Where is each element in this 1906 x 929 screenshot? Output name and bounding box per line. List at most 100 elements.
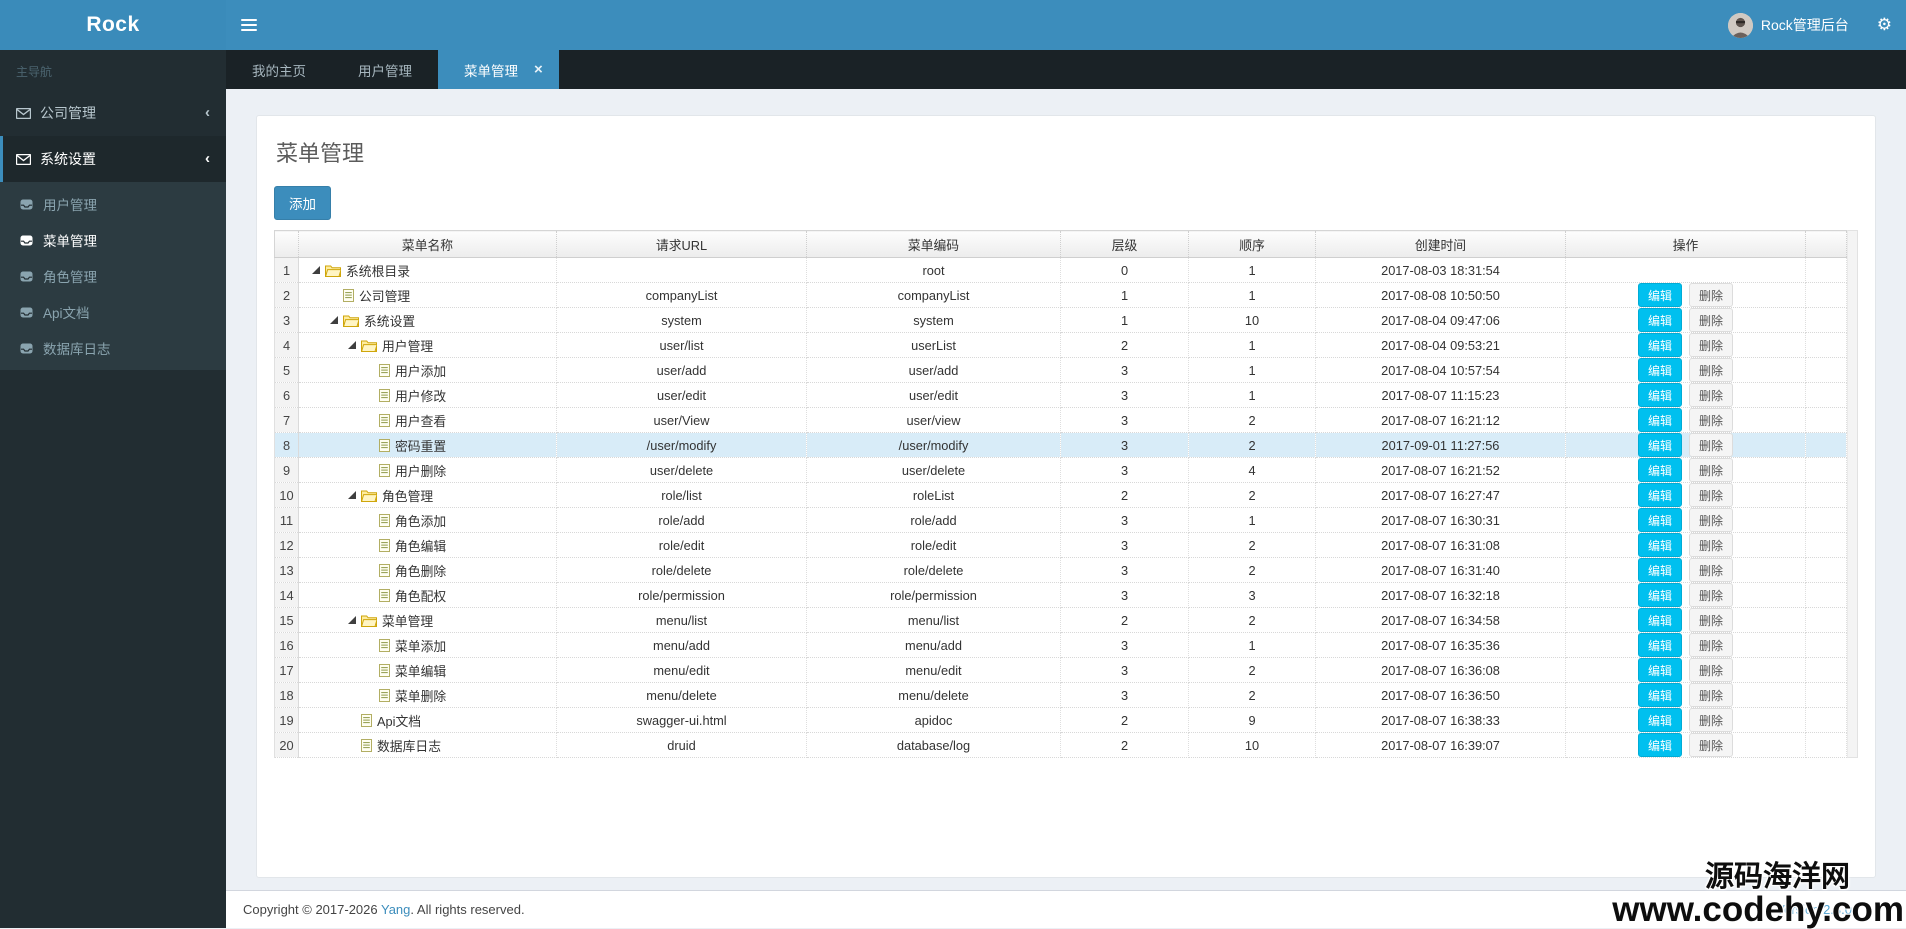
- delete-button[interactable]: 删除: [1689, 408, 1734, 432]
- spacer-cell: [1805, 732, 1847, 758]
- tree-collapse-icon[interactable]: [325, 316, 343, 324]
- table-row[interactable]: 16 菜单添加 menu/add menu/add 3 1 2017-08-07 16:35…: [274, 632, 1847, 658]
- request-url-cell: user/delete: [556, 457, 807, 483]
- table-row[interactable]: 5 用户添加 user/add user/add 3 1 2017-08-04 10:57:…: [274, 357, 1847, 383]
- edit-button[interactable]: 编辑: [1637, 708, 1682, 732]
- tab-close-icon[interactable]: ×: [534, 62, 543, 77]
- table-row[interactable]: 13 角色删除 role/delete role/delete 3 2 2017-08-07…: [274, 557, 1847, 583]
- delete-button[interactable]: 删除: [1689, 383, 1734, 407]
- table-row[interactable]: 15 菜单管理 menu/list menu/list 2 2 2017-08-07 16:…: [274, 607, 1847, 633]
- request-url-cell: user/View: [556, 407, 807, 433]
- table-row[interactable]: 12 角色编辑 role/edit role/edit 3 2 2017-08-07 16:…: [274, 532, 1847, 558]
- delete-button[interactable]: 删除: [1689, 583, 1734, 607]
- menu-name: 菜单删除: [395, 688, 447, 704]
- delete-button[interactable]: 删除: [1689, 333, 1734, 357]
- created-time-cell: 2017-08-07 16:38:33: [1315, 707, 1566, 733]
- edit-button[interactable]: 编辑: [1637, 433, 1682, 457]
- table-row[interactable]: 19 Api文档 swagger-ui.html apidoc 2 9 2017-08-07…: [274, 707, 1847, 733]
- edit-button[interactable]: 编辑: [1637, 508, 1682, 532]
- sidebar-item-公司管理[interactable]: 公司管理 ‹: [0, 90, 226, 136]
- tree-collapse-icon[interactable]: [343, 491, 361, 499]
- table-row[interactable]: 10 角色管理 role/list roleList 2 2 2017-08-07 16:2…: [274, 482, 1847, 508]
- tab-菜单管理[interactable]: 菜单管理 ×: [438, 50, 559, 89]
- table-scrollbar[interactable]: [1847, 230, 1858, 758]
- edit-button[interactable]: 编辑: [1637, 658, 1682, 682]
- tree-collapse-icon[interactable]: [343, 616, 361, 624]
- table-row[interactable]: 14 角色配权 role/permission role/permission 3 3 20…: [274, 582, 1847, 608]
- table-row[interactable]: 17 菜单编辑 menu/edit menu/edit 3 2 2017-08-07 16:…: [274, 657, 1847, 683]
- edit-button[interactable]: 编辑: [1637, 533, 1682, 557]
- edit-button[interactable]: 编辑: [1637, 558, 1682, 582]
- table-row[interactable]: 3 系统设置 system system 1 10 2017-08-04 09:47:06 编…: [274, 307, 1847, 333]
- edit-button[interactable]: 编辑: [1637, 583, 1682, 607]
- edit-button[interactable]: 编辑: [1637, 308, 1682, 332]
- menu-code-cell: menu/edit: [806, 657, 1061, 683]
- actions-cell: 编辑 删除: [1565, 682, 1806, 708]
- table-row[interactable]: 20 数据库日志 druid database/log 2 10 2017-08-07 16…: [274, 732, 1847, 758]
- sidebar-subitem-角色管理[interactable]: 角色管理: [0, 258, 226, 294]
- edit-button[interactable]: 编辑: [1637, 458, 1682, 482]
- folder-icon: [361, 339, 377, 352]
- sidebar-subitem-label: 用户管理: [43, 198, 97, 213]
- table-row[interactable]: 2 公司管理 companyList companyList 1 1 2017-08-08 …: [274, 282, 1847, 308]
- edit-button[interactable]: 编辑: [1637, 283, 1682, 307]
- tab-用户管理[interactable]: 用户管理: [332, 50, 438, 89]
- menu-name-cell: 密码重置: [298, 432, 557, 458]
- menu-name: 用户添加: [395, 363, 447, 379]
- delete-button[interactable]: 删除: [1689, 558, 1734, 582]
- delete-button[interactable]: 删除: [1689, 708, 1734, 732]
- table-row[interactable]: 9 用户删除 user/delete user/delete 3 4 2017-08-07 …: [274, 457, 1847, 483]
- delete-button[interactable]: 删除: [1689, 533, 1734, 557]
- user-menu[interactable]: Rock管理后台: [1714, 0, 1863, 50]
- edit-button[interactable]: 编辑: [1637, 733, 1682, 757]
- created-time-cell: 2017-08-08 10:50:50: [1315, 282, 1566, 308]
- sidebar-subitem-数据库日志[interactable]: 数据库日志: [0, 330, 226, 366]
- table-row[interactable]: 7 用户查看 user/View user/view 3 2 2017-08-07 16:2…: [274, 407, 1847, 433]
- author-link[interactable]: Yang: [381, 902, 410, 917]
- sidebar-subitem-Api文档[interactable]: Api文档: [0, 294, 226, 330]
- tree-collapse-icon[interactable]: [307, 266, 325, 274]
- created-time-cell: 2017-08-04 09:53:21: [1315, 332, 1566, 358]
- edit-button[interactable]: 编辑: [1637, 358, 1682, 382]
- actions-cell: 编辑 删除: [1565, 457, 1806, 483]
- table-row[interactable]: 6 用户修改 user/edit user/edit 3 1 2017-08-07 11:1…: [274, 382, 1847, 408]
- delete-button[interactable]: 删除: [1689, 508, 1734, 532]
- settings-gear-icon[interactable]: ⚙: [1863, 0, 1906, 50]
- table-row[interactable]: 11 角色添加 role/add role/add 3 1 2017-08-07 16:30…: [274, 507, 1847, 533]
- delete-button[interactable]: 删除: [1689, 483, 1734, 507]
- tree-collapse-icon[interactable]: [343, 341, 361, 349]
- delete-button[interactable]: 删除: [1689, 633, 1734, 657]
- brand-logo[interactable]: Rock: [0, 0, 226, 50]
- delete-button[interactable]: 删除: [1689, 733, 1734, 757]
- delete-button[interactable]: 删除: [1689, 308, 1734, 332]
- table-row[interactable]: 18 菜单删除 menu/delete menu/delete 3 2 2017-08-07…: [274, 682, 1847, 708]
- menu-name-cell: 数据库日志: [298, 732, 557, 758]
- delete-button[interactable]: 删除: [1689, 283, 1734, 307]
- delete-button[interactable]: 删除: [1689, 608, 1734, 632]
- table-row[interactable]: 1 系统根目录 root 0 1 2017-08-03 18:31:54: [274, 257, 1847, 283]
- sidebar-item-系统设置[interactable]: 系统设置 ‹: [0, 136, 226, 182]
- sidebar-subitem-菜单管理[interactable]: 菜单管理: [0, 222, 226, 258]
- edit-button[interactable]: 编辑: [1637, 483, 1682, 507]
- delete-button[interactable]: 删除: [1689, 358, 1734, 382]
- sidebar-subitem-用户管理[interactable]: 用户管理: [0, 186, 226, 222]
- edit-button[interactable]: 编辑: [1637, 633, 1682, 657]
- order-cell: 1: [1188, 382, 1316, 408]
- delete-button[interactable]: 删除: [1689, 458, 1734, 482]
- delete-button[interactable]: 删除: [1689, 683, 1734, 707]
- sidebar-toggle-button[interactable]: [226, 0, 272, 50]
- actions-cell: 编辑 删除: [1565, 557, 1806, 583]
- delete-button[interactable]: 删除: [1689, 658, 1734, 682]
- edit-button[interactable]: 编辑: [1637, 383, 1682, 407]
- edit-button[interactable]: 编辑: [1637, 683, 1682, 707]
- delete-button[interactable]: 删除: [1689, 433, 1734, 457]
- actions-cell: 编辑 删除: [1565, 632, 1806, 658]
- tab-我的主页[interactable]: 我的主页: [226, 50, 332, 89]
- table-row[interactable]: 4 用户管理 user/list userList 2 1 2017-08-04 09:53…: [274, 332, 1847, 358]
- edit-button[interactable]: 编辑: [1637, 333, 1682, 357]
- add-button[interactable]: 添加: [274, 186, 331, 220]
- row-number: 15: [274, 607, 299, 633]
- edit-button[interactable]: 编辑: [1637, 608, 1682, 632]
- table-row[interactable]: 8 密码重置/user/modify/user/modify 3 2 2017-09-0…: [274, 432, 1847, 458]
- edit-button[interactable]: 编辑: [1637, 408, 1682, 432]
